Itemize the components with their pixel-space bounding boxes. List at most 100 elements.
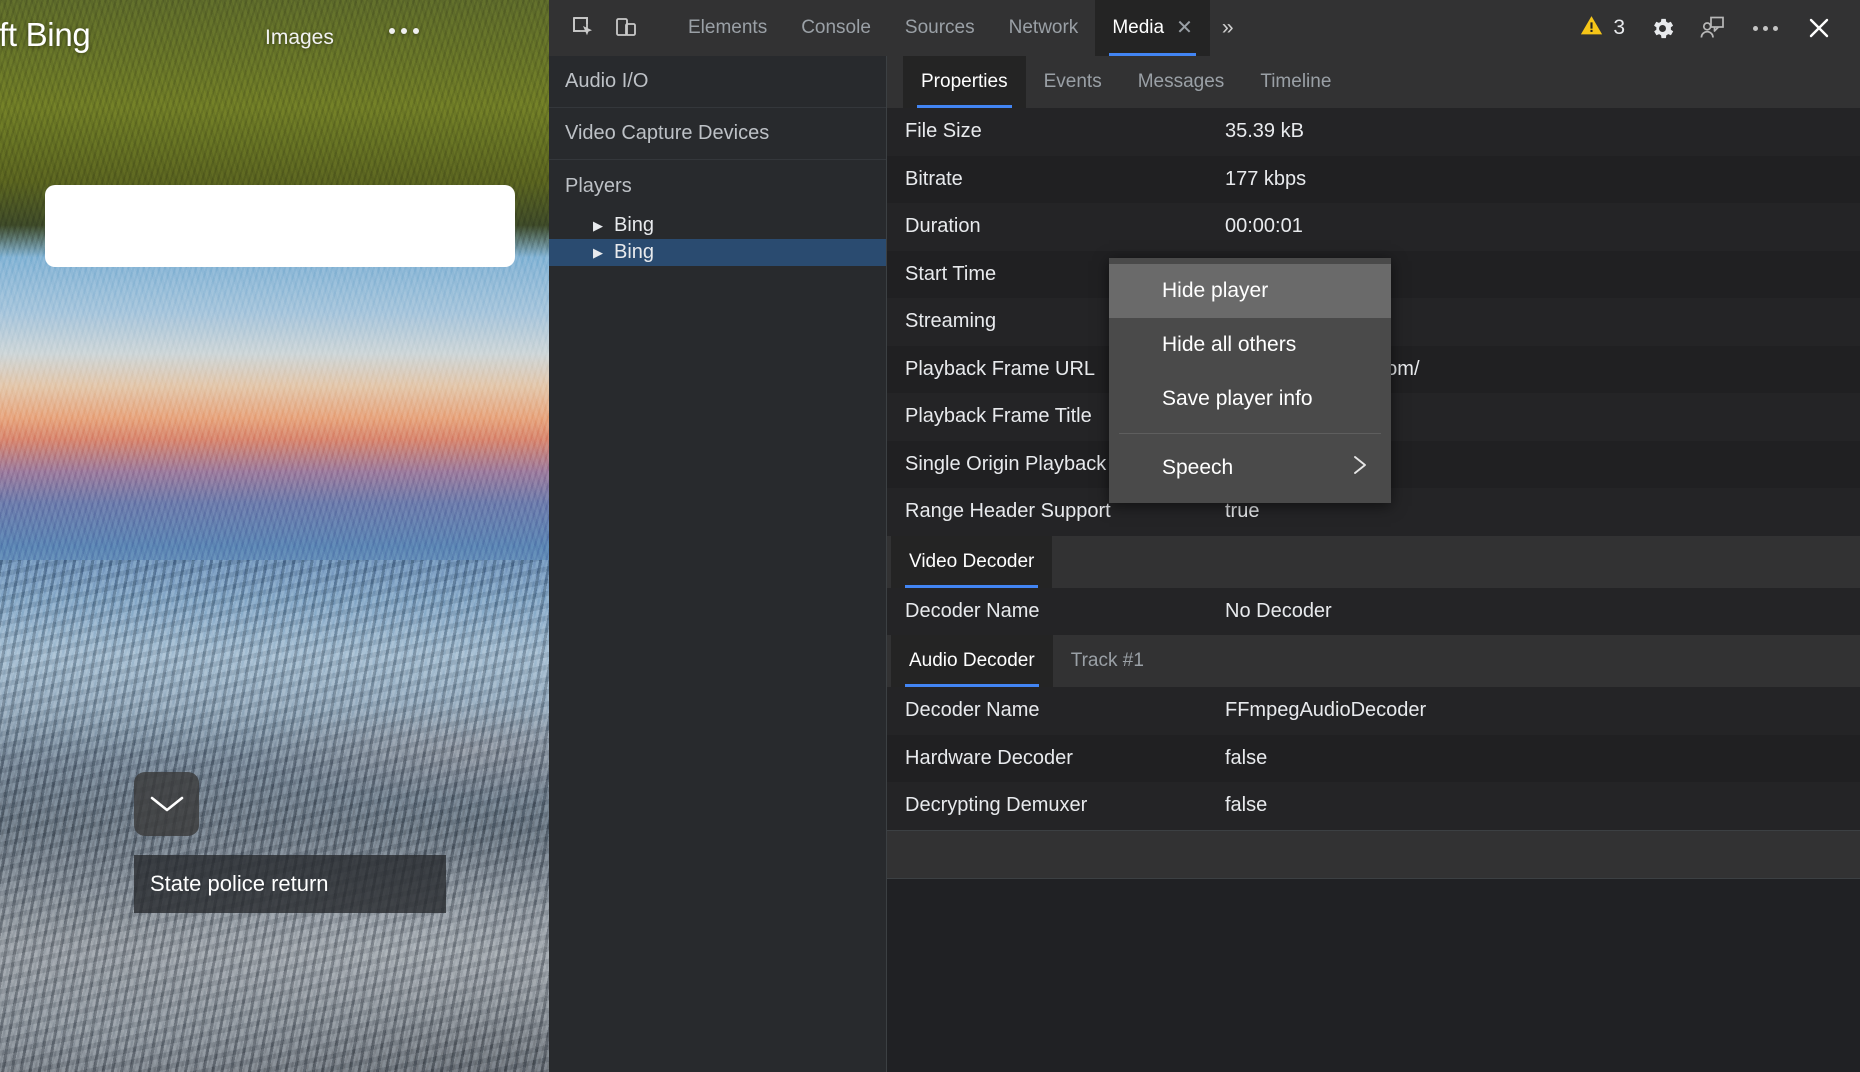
triangle-right-icon[interactable]: ▶ — [593, 246, 603, 259]
section-label: Video Capture Devices — [565, 122, 770, 144]
devtools-toolbar-right: 3 — [1569, 8, 1860, 48]
inspect-element-icon[interactable] — [563, 8, 605, 48]
media-sidebar: Audio I/O Video Capture Devices Players … — [549, 56, 887, 1072]
device-toolbar-icon[interactable] — [605, 8, 647, 48]
tab-label: Video Decoder — [909, 550, 1035, 572]
player-list-item-selected[interactable]: ▶ Bing — [549, 239, 886, 266]
property-value: 35.39 kB — [1225, 120, 1304, 143]
sidebar-section-audio-io[interactable]: Audio I/O — [549, 56, 886, 108]
media-content: Properties Events Messages Timeline File… — [887, 56, 1860, 1072]
tab-console[interactable]: Console — [784, 0, 888, 56]
sub-tab-label: Properties — [921, 71, 1008, 92]
warning-triangle-icon — [1579, 13, 1604, 43]
tab-label: Elements — [688, 17, 768, 38]
property-key: Hardware Decoder — [905, 746, 1073, 769]
dot — [1773, 25, 1778, 31]
devtools-toolbar: Elements Console Sources Network Media ✕… — [549, 0, 1860, 56]
menu-item-hide-all-others[interactable]: Hide all others — [1109, 318, 1391, 372]
menu-item-save-player-info[interactable]: Save player info — [1109, 372, 1391, 426]
bing-search-box[interactable] — [45, 185, 515, 267]
property-key: Decrypting Demuxer — [905, 794, 1088, 817]
table-row[interactable]: Bitrate 177 kbps — [887, 155, 1860, 203]
sub-tab-timeline[interactable]: Timeline — [1242, 56, 1349, 108]
bing-expand-button[interactable] — [134, 772, 199, 836]
sub-tab-events[interactable]: Events — [1026, 56, 1120, 108]
property-value: 00:00:01 — [1225, 215, 1303, 238]
tab-track-1[interactable]: Track #1 — [1053, 635, 1162, 687]
tab-media[interactable]: Media ✕ — [1095, 0, 1210, 56]
sub-tab-properties[interactable]: Properties — [903, 56, 1026, 108]
dot — [1763, 25, 1768, 31]
property-value: false — [1225, 794, 1268, 817]
video-decoder-tab-strip: Video Decoder — [887, 535, 1860, 588]
menu-separator — [1119, 433, 1381, 434]
player-label: Bing — [614, 214, 655, 236]
property-key: Decoder Name — [905, 699, 1040, 722]
bing-background-rocks — [0, 560, 549, 1072]
property-key: Bitrate — [905, 167, 963, 190]
screenshot-root: rosoft Bing Images State police return — [0, 0, 1860, 1072]
bing-homepage: rosoft Bing Images State police return — [0, 0, 549, 1072]
bing-more-dots-icon[interactable] — [389, 28, 419, 34]
table-row[interactable]: Hardware Decoder false — [887, 734, 1860, 782]
sub-tab-label: Messages — [1137, 71, 1225, 92]
tab-sources[interactable]: Sources — [888, 0, 992, 56]
tab-label: Console — [801, 17, 871, 38]
dot — [401, 28, 407, 34]
property-value: true — [1225, 500, 1260, 523]
property-value: FFmpegAudioDecoder — [1225, 699, 1427, 722]
warning-count: 3 — [1613, 16, 1625, 39]
feedback-person-icon[interactable] — [1689, 8, 1735, 48]
triangle-right-icon[interactable]: ▶ — [593, 219, 603, 232]
sidebar-section-video-capture-devices[interactable]: Video Capture Devices — [549, 108, 886, 160]
empty-row — [887, 829, 1860, 878]
tab-network[interactable]: Network — [992, 0, 1096, 56]
devtools-panel: Elements Console Sources Network Media ✕… — [549, 0, 1860, 1072]
property-key: File Size — [905, 120, 982, 143]
table-row[interactable]: Decrypting Demuxer false — [887, 782, 1860, 830]
table-row[interactable]: Duration 00:00:01 — [887, 203, 1860, 251]
player-context-menu: Hide player Hide all others Save player … — [1109, 258, 1391, 503]
tab-label: Network — [1008, 17, 1079, 38]
sidebar-section-players[interactable]: Players — [549, 160, 886, 212]
sub-tab-label: Timeline — [1260, 71, 1332, 92]
menu-item-speech[interactable]: Speech — [1109, 441, 1391, 495]
tab-label: Media — [1112, 17, 1165, 38]
section-label: Audio I/O — [565, 70, 649, 92]
more-tabs-chevron-icon[interactable]: » — [1210, 16, 1243, 40]
tab-elements[interactable]: Elements — [671, 0, 784, 56]
dot — [389, 28, 395, 34]
audio-decoder-tab-strip: Audio Decoder Track #1 — [887, 635, 1860, 687]
bing-logo[interactable]: rosoft Bing — [0, 16, 91, 54]
player-list-item[interactable]: ▶ Bing — [549, 212, 886, 239]
tab-audio-decoder[interactable]: Audio Decoder — [891, 635, 1053, 687]
bing-header: rosoft Bing Images — [0, 0, 549, 64]
chevron-right-icon — [1352, 452, 1369, 484]
sub-tab-label: Events — [1043, 71, 1102, 92]
properties-table: File Size 35.39 kB Bitrate 177 kbps Dura… — [887, 108, 1860, 1072]
player-label: Bing — [614, 241, 655, 263]
warning-indicator[interactable]: 3 — [1569, 13, 1635, 43]
property-value: No Decoder — [1225, 599, 1332, 622]
devtools-tab-strip: Elements Console Sources Network Media ✕ — [671, 0, 1210, 56]
sub-tab-messages[interactable]: Messages — [1120, 56, 1243, 108]
bing-nav-images[interactable]: Images — [265, 26, 334, 50]
table-row[interactable]: File Size 35.39 kB — [887, 108, 1860, 156]
close-icon[interactable]: ✕ — [1176, 18, 1193, 38]
close-devtools-icon[interactable] — [1796, 8, 1842, 48]
table-row[interactable]: Decoder Name No Decoder — [887, 587, 1860, 635]
property-key: Decoder Name — [905, 599, 1040, 622]
menu-item-label: Save player info — [1162, 387, 1313, 410]
gear-icon[interactable] — [1639, 8, 1685, 48]
chevron-down-icon — [148, 793, 186, 815]
bing-image-caption[interactable]: State police return — [134, 855, 446, 913]
table-row[interactable]: Decoder Name FFmpegAudioDecoder — [887, 687, 1860, 735]
tab-label: Track #1 — [1070, 650, 1144, 671]
media-sub-tab-strip: Properties Events Messages Timeline — [887, 56, 1860, 108]
devtools-body: Audio I/O Video Capture Devices Players … — [549, 56, 1860, 1072]
menu-item-hide-player[interactable]: Hide player — [1109, 264, 1391, 318]
property-key: Duration — [905, 215, 981, 238]
more-options-dots-icon[interactable] — [1739, 25, 1792, 31]
tab-video-decoder[interactable]: Video Decoder — [891, 535, 1053, 588]
property-key: Range Header Support — [905, 500, 1111, 523]
